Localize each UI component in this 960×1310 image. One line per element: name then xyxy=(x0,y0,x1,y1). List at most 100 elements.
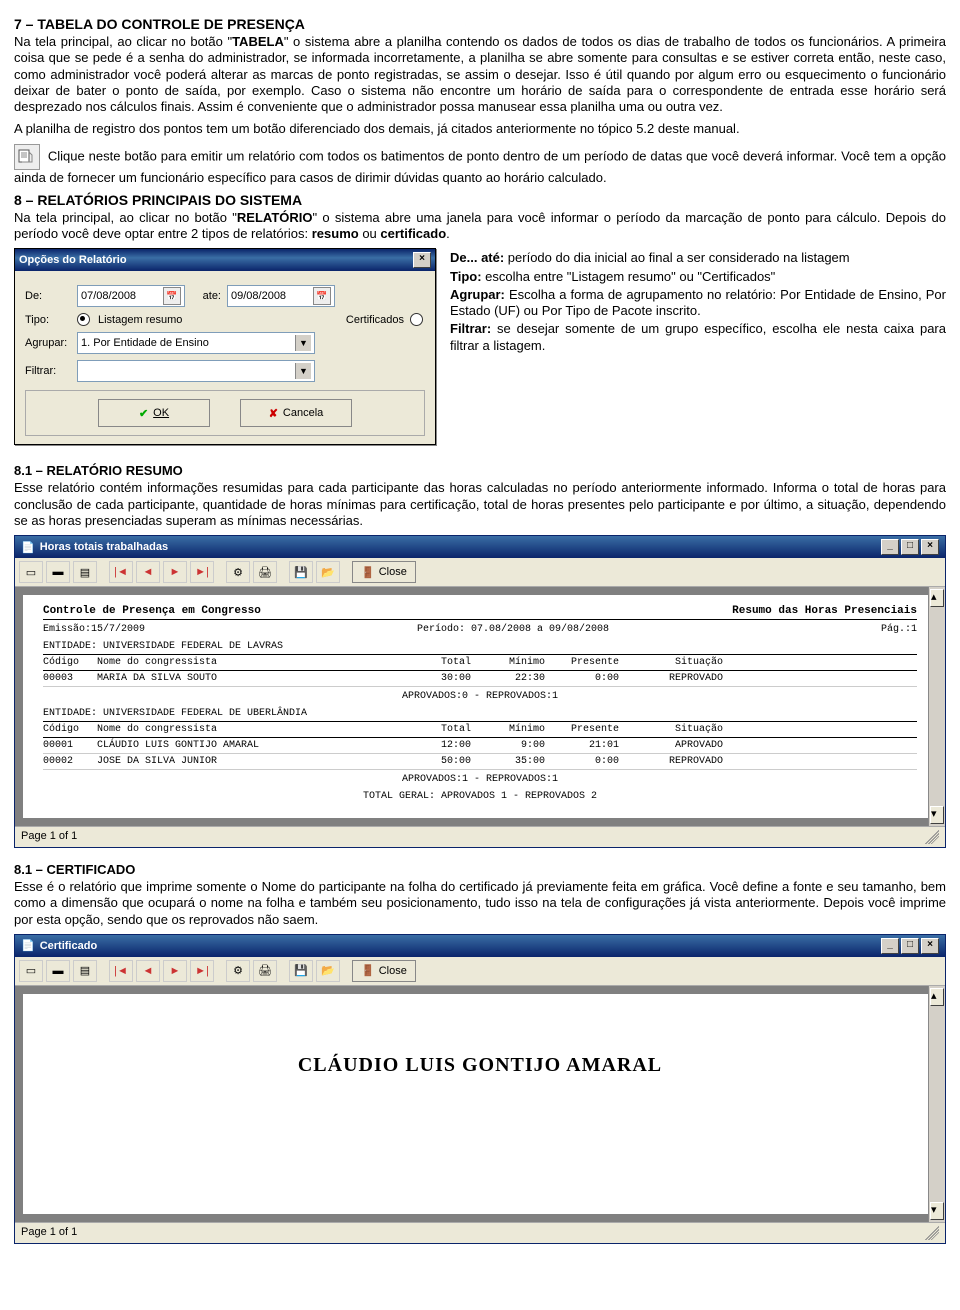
maximize-icon[interactable]: □ xyxy=(901,539,919,555)
rpt-colhdr1: Código Nome do congressista Total Mínimo… xyxy=(43,654,917,671)
minimize-icon[interactable]: _ xyxy=(881,938,899,954)
r-sit: REPROVADO xyxy=(623,756,723,767)
report-options-dialog: Opções do Relatório × De: 07/08/2008 📅 a… xyxy=(14,248,436,445)
maximize-icon[interactable]: □ xyxy=(901,938,919,954)
r-sit: APROVADO xyxy=(623,740,723,751)
section82-p: Esse é o relatório que imprime somente o… xyxy=(14,879,946,928)
scroll-down-icon[interactable]: ▾ xyxy=(930,806,944,824)
next-page-icon[interactable]: ► xyxy=(163,561,187,583)
printer-setup-icon[interactable]: ⚙ xyxy=(226,960,250,982)
calendar-icon[interactable]: 📅 xyxy=(163,287,181,305)
save-icon[interactable]: 💾 xyxy=(289,561,313,583)
cancel-button[interactable]: ✘ Cancela xyxy=(240,399,352,427)
agrupar-label: Agrupar: xyxy=(25,337,71,349)
resize-grip-icon[interactable] xyxy=(925,830,939,844)
s8-p1d: resumo xyxy=(312,226,359,241)
agrupar-value: 1. Por Entidade de Ensino xyxy=(81,337,209,349)
c-nome: Nome do congressista xyxy=(97,724,397,735)
table-row: 00003 MARIA DA SILVA SOUTO 30:00 22:30 0… xyxy=(43,671,917,687)
agrupar-combo[interactable]: 1. Por Entidade de Ensino ▼ xyxy=(77,332,315,354)
rpt-hdr-right: Resumo das Horas Presenciais xyxy=(732,605,917,617)
desc-agr: Escolha a forma de agrupamento no relató… xyxy=(450,287,946,318)
s7-p1a: Na tela principal, ao clicar no botão " xyxy=(14,34,232,49)
r-total: 50:00 xyxy=(401,756,471,767)
first-page-icon[interactable]: |◄ xyxy=(109,561,133,583)
rpt-ent1: ENTIDADE: UNIVERSIDADE FEDERAL DE LAVRAS xyxy=(43,641,917,652)
zoom-100-icon[interactable]: ▬ xyxy=(46,960,70,982)
r-cod: 00001 xyxy=(43,740,93,751)
report1-title: Horas totais trabalhadas xyxy=(40,541,168,553)
c-total: Total xyxy=(401,657,471,668)
scroll-up-icon[interactable]: ▴ xyxy=(930,589,944,607)
scroll-up-icon[interactable]: ▴ xyxy=(930,988,944,1006)
s7-p1b: TABELA xyxy=(232,34,284,49)
rpt-colhdr2: Código Nome do congressista Total Mínimo… xyxy=(43,721,917,738)
desc-tipo-b: Tipo: xyxy=(450,269,482,284)
scrollbar[interactable]: ▴ ▾ xyxy=(928,587,945,826)
save-icon[interactable]: 💾 xyxy=(289,960,313,982)
close-label: Close xyxy=(379,566,407,578)
close-label: Close xyxy=(379,965,407,977)
ok-button[interactable]: ✔ OK xyxy=(98,399,210,427)
s8-p1e: ou xyxy=(359,226,381,241)
scroll-down-icon[interactable]: ▾ xyxy=(930,1202,944,1220)
calendar-icon[interactable]: 📅 xyxy=(313,287,331,305)
r-total: 12:00 xyxy=(401,740,471,751)
r-nome: JOSE DA SILVA JUNIOR xyxy=(97,756,397,767)
print-icon[interactable]: 🖨 xyxy=(253,960,277,982)
zoom-width-icon[interactable]: ▤ xyxy=(73,960,97,982)
first-page-icon[interactable]: |◄ xyxy=(109,960,133,982)
scrollbar[interactable]: ▴ ▾ xyxy=(928,986,945,1222)
open-icon[interactable]: 📂 xyxy=(316,960,340,982)
close-icon[interactable]: × xyxy=(921,539,939,555)
rpt-sum1: APROVADOS:0 - REPROVADOS:1 xyxy=(43,691,917,702)
next-page-icon[interactable]: ► xyxy=(163,960,187,982)
print-icon[interactable]: 🖨 xyxy=(253,561,277,583)
close-icon[interactable]: × xyxy=(413,252,431,268)
c-cod: Código xyxy=(43,724,93,735)
last-page-icon[interactable]: ►| xyxy=(190,960,214,982)
desc-tipo: escolha entre "Listagem resumo" ou "Cert… xyxy=(482,269,776,284)
prev-page-icon[interactable]: ◄ xyxy=(136,561,160,583)
ate-date-input[interactable]: 09/08/2008 📅 xyxy=(227,285,335,307)
zoom-100-icon[interactable]: ▬ xyxy=(46,561,70,583)
desc-fil: se desejar somente de um grupo específic… xyxy=(450,321,946,352)
close-icon[interactable]: × xyxy=(921,938,939,954)
zoom-fit-icon[interactable]: ▭ xyxy=(19,561,43,583)
c-min: Mínimo xyxy=(475,724,545,735)
chevron-down-icon[interactable]: ▼ xyxy=(295,363,311,379)
desc-agr-b: Agrupar: xyxy=(450,287,505,302)
r-pres: 21:01 xyxy=(549,740,619,751)
open-icon[interactable]: 📂 xyxy=(316,561,340,583)
s8-p1g: . xyxy=(446,226,450,241)
desc-de-b: De... até: xyxy=(450,250,504,265)
last-page-icon[interactable]: ►| xyxy=(190,561,214,583)
c-pres: Presente xyxy=(549,724,619,735)
zoom-fit-icon[interactable]: ▭ xyxy=(19,960,43,982)
section82-title: 8.1 – CERTIFICADO xyxy=(14,862,946,877)
report-icon[interactable] xyxy=(14,144,40,170)
resize-grip-icon[interactable] xyxy=(925,1226,939,1240)
de-date-input[interactable]: 07/08/2008 📅 xyxy=(77,285,185,307)
desc-de: período do dia inicial ao final a ser co… xyxy=(504,250,849,265)
report-toolbar: ▭ ▬ ▤ |◄ ◄ ► ►| ⚙ 🖨 💾 📂 🚪 Close xyxy=(15,957,945,986)
close-button[interactable]: 🚪 Close xyxy=(352,960,416,982)
radio-certificados[interactable] xyxy=(410,313,423,326)
dialog-titlebar: Opções do Relatório × xyxy=(15,249,435,271)
printer-setup-icon[interactable]: ⚙ xyxy=(226,561,250,583)
chevron-down-icon[interactable]: ▼ xyxy=(295,335,311,351)
s8-p1f: certificado xyxy=(380,226,446,241)
rpt-periodo: Período: 07.08/2008 a 09/08/2008 xyxy=(417,624,609,635)
r-cod: 00002 xyxy=(43,756,93,767)
radio-listagem[interactable] xyxy=(77,313,90,326)
zoom-width-icon[interactable]: ▤ xyxy=(73,561,97,583)
r-sit: REPROVADO xyxy=(623,673,723,684)
prev-page-icon[interactable]: ◄ xyxy=(136,960,160,982)
filtrar-combo[interactable]: ▼ xyxy=(77,360,315,382)
app-icon: 📄 xyxy=(21,939,35,952)
x-icon: ✘ xyxy=(269,407,278,420)
close-button[interactable]: 🚪 Close xyxy=(352,561,416,583)
c-pres: Presente xyxy=(549,657,619,668)
minimize-icon[interactable]: _ xyxy=(881,539,899,555)
door-icon: 🚪 xyxy=(361,964,375,977)
